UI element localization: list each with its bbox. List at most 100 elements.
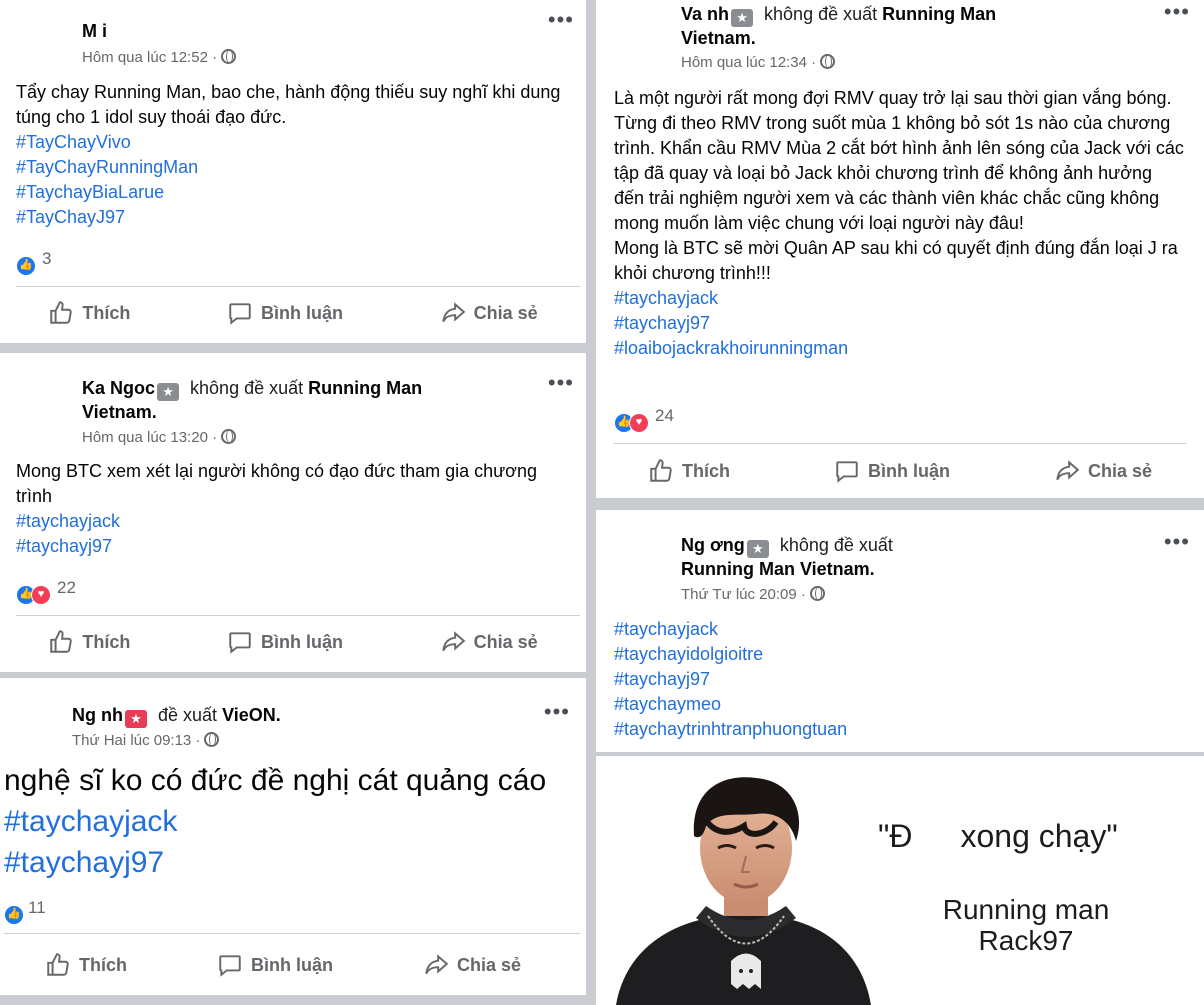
post-text: #taychayjack #taychayidolgioitre #taycha… — [614, 617, 1186, 742]
globe-icon — [204, 732, 220, 747]
comment-button[interactable]: Bình luận — [217, 952, 333, 978]
comment-button[interactable]: Bình luận — [834, 458, 950, 484]
like-button[interactable]: Thích — [48, 300, 130, 326]
feed-separator — [596, 498, 1204, 510]
comment-label: Bình luận — [260, 302, 343, 323]
comment-button[interactable]: Bình luận — [227, 300, 343, 326]
hashtag-link[interactable]: #taychayj97 — [4, 846, 164, 879]
author-name[interactable]: Va nh — [681, 4, 729, 24]
person-photo — [596, 756, 916, 1005]
page-name-cont[interactable]: Vietnam. — [681, 28, 756, 48]
hashtag-link[interactable]: #TayChayRunningMan — [16, 155, 576, 180]
reaction-summary[interactable]: 👍 ♥ 24 — [614, 405, 674, 433]
share-button[interactable]: Chia sẻ — [440, 300, 538, 326]
share-button[interactable]: Chia sẻ — [423, 952, 521, 978]
hashtag-link[interactable]: #TayChayJ97 — [16, 205, 576, 230]
post-timestamp[interactable]: Hôm qua lúc 13:20 · — [82, 428, 237, 448]
hashtag-link[interactable]: #taychayj97 — [614, 311, 1186, 336]
like-reaction-icon: 👍 — [4, 905, 24, 925]
hashtag-link[interactable]: #taychaytrinhtranphuongtuan — [614, 717, 1186, 742]
comment-button[interactable]: Bình luận — [227, 629, 343, 655]
feed-separator — [0, 343, 586, 353]
share-label: Chia sẻ — [456, 954, 521, 975]
love-reaction-icon: ♥ — [629, 413, 649, 433]
star-badge-icon: ★ — [746, 540, 769, 558]
post-message-cont: Mong là BTC sẽ mời Quân AP sau khi có qu… — [614, 238, 1178, 283]
like-button[interactable]: Thích — [45, 952, 127, 978]
reaction-summary[interactable]: 👍 11 — [4, 897, 46, 925]
more-options-icon[interactable]: ••• — [548, 9, 574, 31]
share-button[interactable]: Chia sẻ — [440, 629, 538, 655]
hashtag-link[interactable]: #taychayjack — [4, 805, 177, 838]
author-name[interactable]: Ka Ngoc — [82, 378, 155, 398]
post-text: Mong BTC xem xét lại người không có đạo … — [16, 459, 556, 559]
post-author: Va nh ★ không đề xuất Running Man Vietnam. — [681, 3, 1161, 50]
more-options-icon[interactable]: ••• — [1164, 1, 1190, 23]
like-label: Thích — [78, 954, 127, 975]
like-label: Thích — [82, 631, 131, 652]
globe-icon — [221, 429, 237, 444]
post-timestamp[interactable]: Hôm qua lúc 12:34 · — [681, 53, 836, 73]
reaction-summary[interactable]: 👍 ♥ 22 — [16, 577, 76, 605]
like-button[interactable]: Thích — [48, 629, 130, 655]
love-reaction-icon: ♥ — [31, 585, 51, 605]
post-timestamp[interactable]: Hôm qua lúc 12:52 · — [82, 48, 237, 68]
hashtag-link[interactable]: #taychayj97 — [614, 667, 1186, 692]
meme-quote-start: "Đ — [878, 818, 913, 854]
reaction-count: 11 — [28, 898, 46, 917]
page-name-cont[interactable]: Vietnam. — [82, 402, 157, 422]
comment-label: Bình luận — [250, 954, 333, 975]
post-message: Mong BTC xem xét lại người không có đạo … — [16, 461, 538, 506]
reaction-count: 24 — [655, 406, 674, 425]
post-text: nghệ sĩ ko có đức đề nghị cát quảng cáo … — [4, 760, 564, 883]
hashtag-link[interactable]: #taychayjack — [614, 286, 1186, 311]
page-name[interactable]: Running Man — [308, 378, 422, 398]
post-card: ••• Va nh ★ không đề xuất Running Man Viet… — [596, 0, 1204, 498]
globe-icon — [820, 54, 836, 69]
recommendation-status: không đề xuất — [779, 535, 893, 555]
meme-quote: "Đ xong chạy" — [878, 818, 1118, 855]
post-image[interactable]: "Đ xong chạy" Running man Rack97 — [596, 756, 1204, 1005]
author-name[interactable]: Ng nh — [72, 705, 123, 725]
hashtag-link[interactable]: #taychaymeo — [614, 692, 1186, 717]
hashtag-link[interactable]: #taychayjack — [614, 617, 1186, 642]
feed-separator — [0, 995, 586, 1005]
reaction-count: 3 — [42, 249, 52, 268]
timestamp-text: Hôm qua lúc 12:52 · — [82, 49, 218, 66]
page-name[interactable]: VieON. — [222, 705, 281, 725]
share-label: Chia sẻ — [473, 302, 538, 323]
hashtag-link[interactable]: #TaychayBiaLarue — [16, 180, 576, 205]
post-message: Là một người rất mong đợi RMV quay trở l… — [614, 88, 1184, 233]
more-options-icon[interactable]: ••• — [1164, 531, 1190, 553]
comment-icon — [229, 632, 251, 654]
comment-icon — [229, 303, 251, 325]
like-reaction-icon: 👍 — [16, 256, 36, 276]
reaction-summary[interactable]: 👍 3 — [16, 248, 51, 276]
action-divider — [16, 286, 580, 287]
hashtag-link[interactable]: #taychayjack — [16, 509, 556, 534]
globe-icon — [221, 49, 237, 64]
hashtag-link[interactable]: #taychayidolgioitre — [614, 642, 1186, 667]
action-divider — [614, 443, 1186, 444]
censor-block — [912, 819, 961, 851]
hashtag-link[interactable]: #taychayj97 — [16, 534, 556, 559]
reaction-count: 22 — [57, 578, 76, 597]
post-author[interactable]: M i — [82, 20, 107, 43]
recommendation-status: không đề xuất — [190, 378, 304, 398]
recommendation-status: không đề xuất — [764, 4, 878, 24]
like-button[interactable]: Thích — [648, 458, 730, 484]
page-name[interactable]: Running Man — [882, 4, 996, 24]
hashtag-link[interactable]: #loaibojackrakhoirunningman — [614, 336, 1186, 361]
post-timestamp[interactable]: Thứ Hai lúc 09:13 · — [72, 731, 220, 751]
star-badge-icon: ★ — [125, 710, 147, 728]
share-icon — [441, 631, 465, 652]
hashtag-link[interactable]: #TayChayVivo — [16, 130, 576, 155]
page-name[interactable]: Running Man Vietnam. — [681, 559, 875, 579]
post-timestamp[interactable]: Thứ Tư lúc 20:09 · — [681, 585, 825, 605]
share-button[interactable]: Chia sẻ — [1054, 458, 1152, 484]
author-name[interactable]: Ng ơng — [681, 535, 745, 555]
comment-label: Bình luận — [260, 631, 343, 652]
post-card: ••• Ka Ngoc ★ không đề xuất Running Man Vi… — [0, 353, 586, 672]
post-text: Là một người rất mong đợi RMV quay trở l… — [614, 86, 1186, 361]
more-options-icon[interactable]: ••• — [544, 701, 570, 723]
